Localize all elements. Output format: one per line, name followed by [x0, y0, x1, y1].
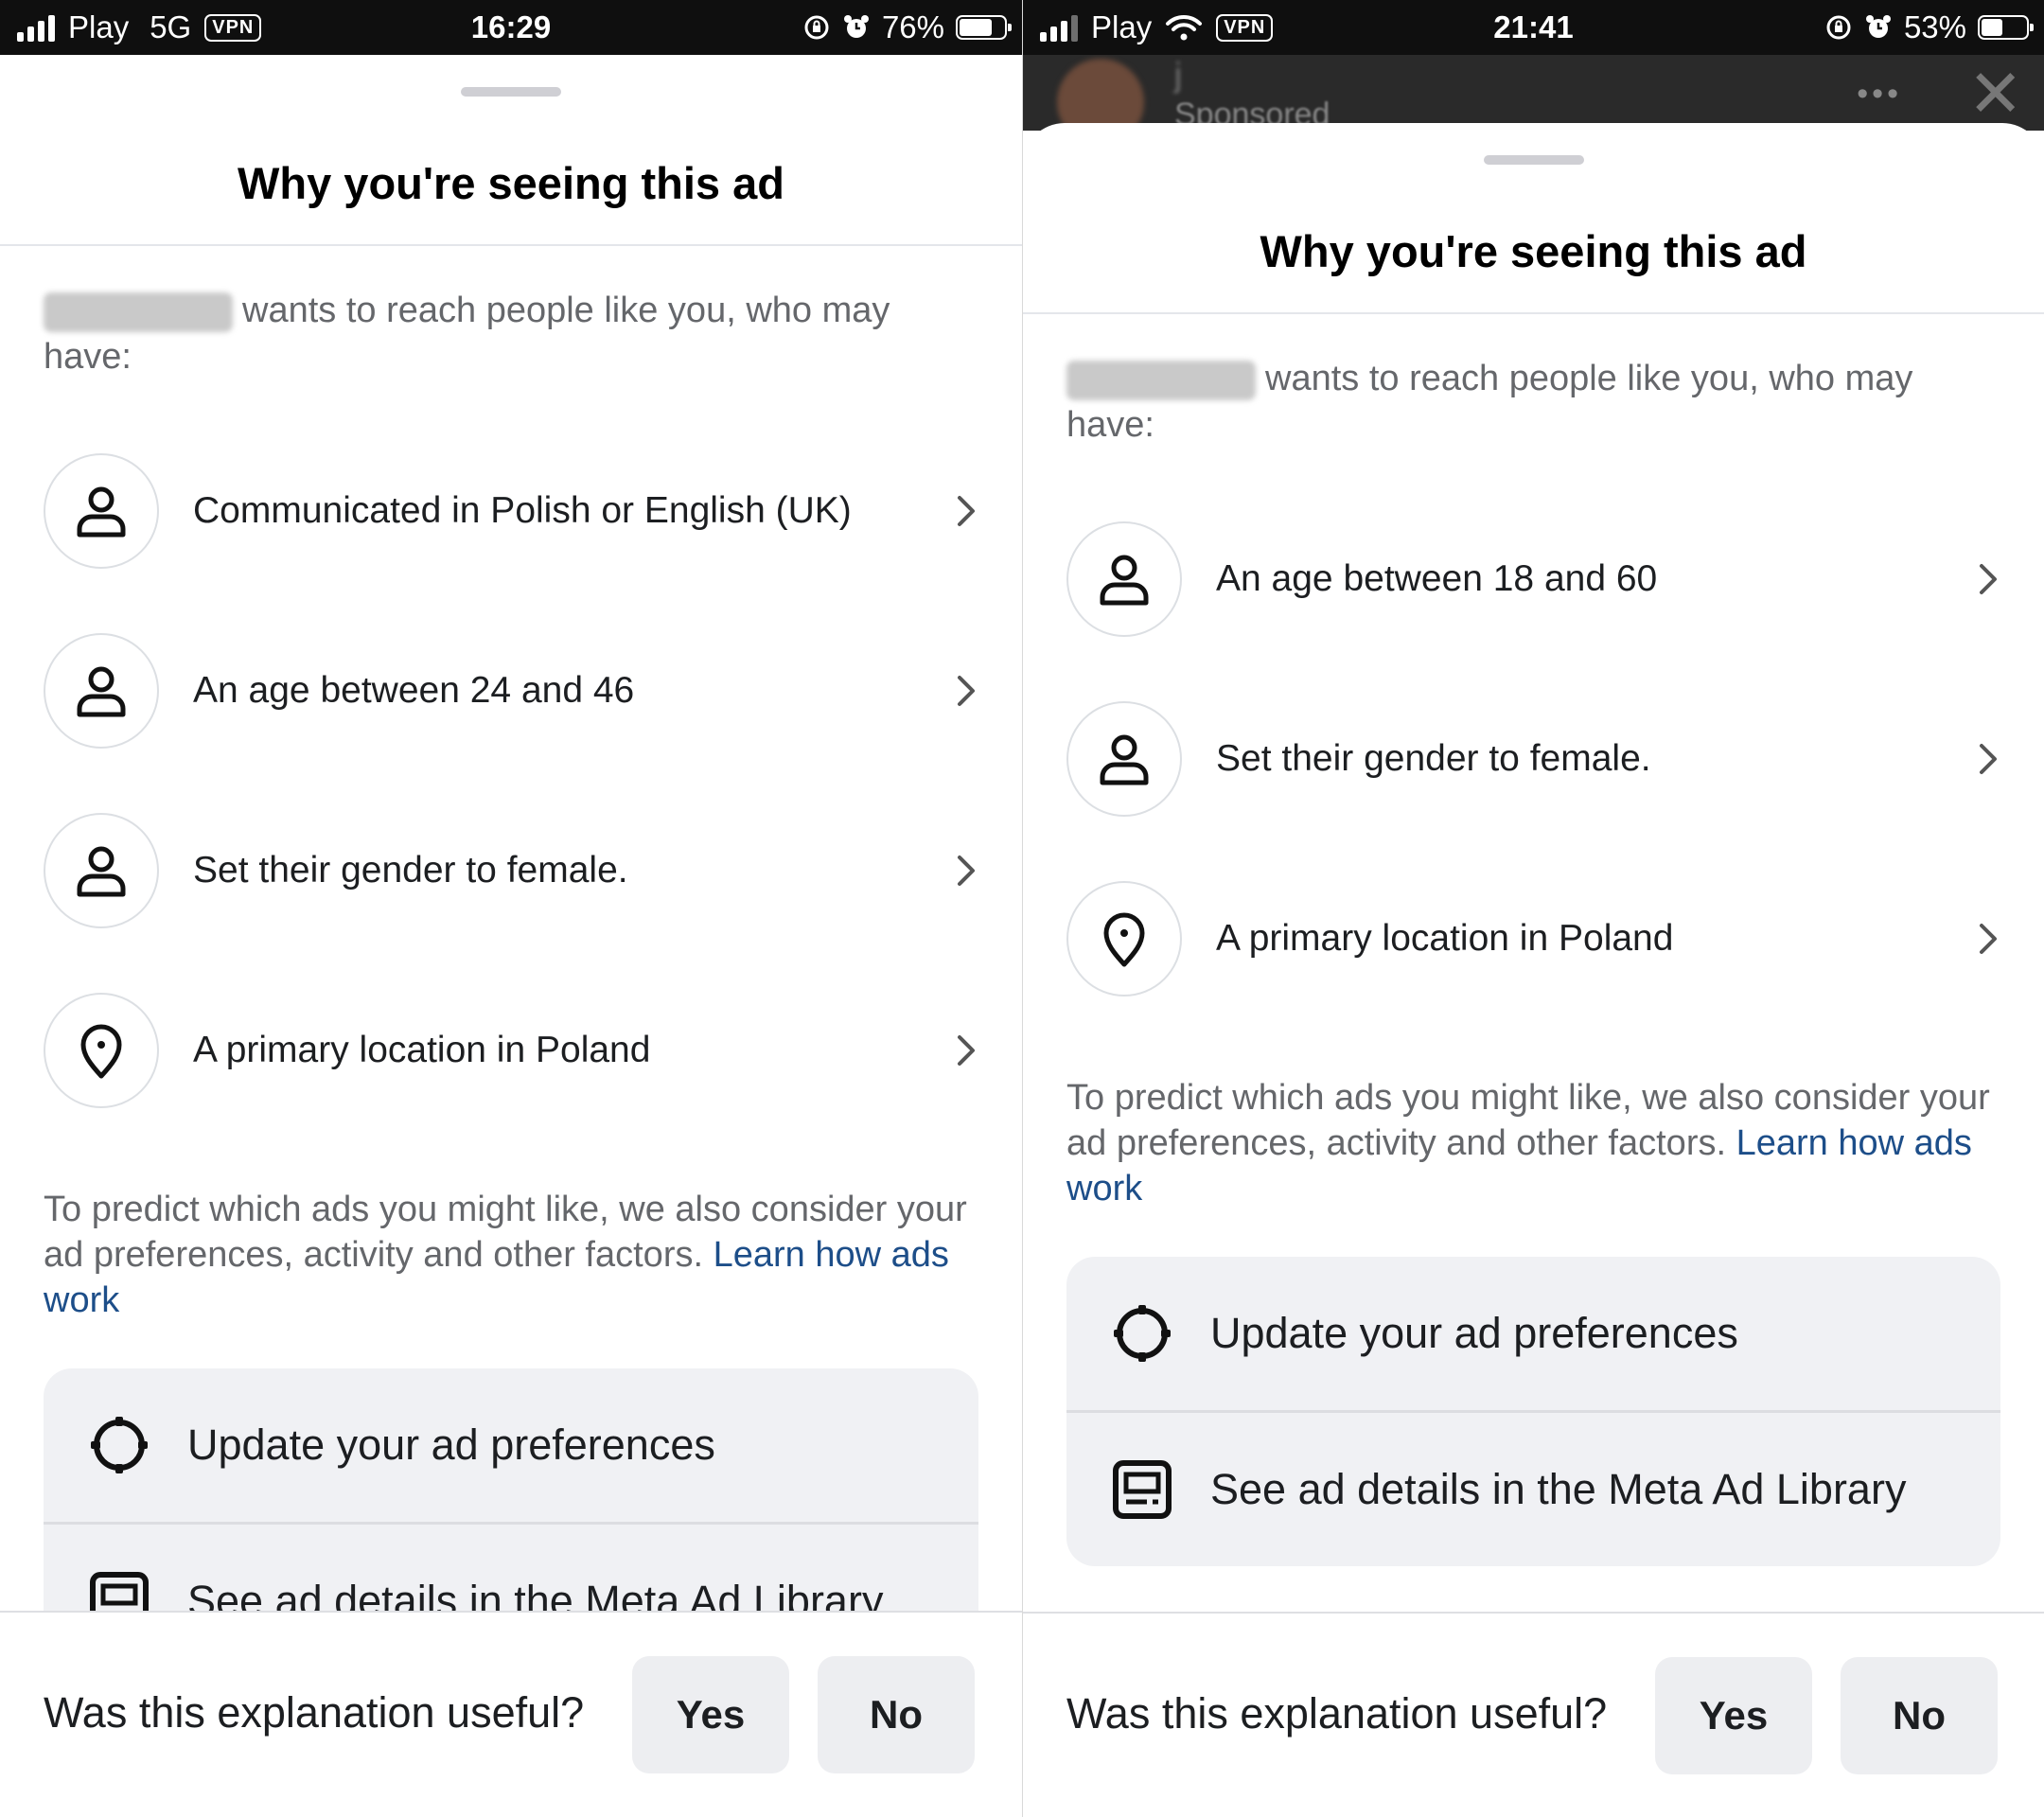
ad-explanation-sheet: Why you're seeing this ad wants to reach… [0, 55, 1022, 1817]
feedback-question: Was this explanation useful? [44, 1688, 585, 1737]
status-time: 16:29 [470, 9, 552, 44]
prediction-explanation-text: To predict which ads you might like, we … [1066, 1078, 1990, 1208]
more-options-icon: ••• [1857, 76, 1902, 112]
carrier-name: Play [68, 9, 130, 44]
feedback-question: Was this explanation useful? [1066, 1689, 1608, 1738]
reason-label: Set their gender to female. [1216, 738, 1651, 779]
reason-label: A primary location in Poland [1216, 918, 1674, 959]
alarm-icon [1865, 15, 1891, 38]
ad-explanation-sheet: Why you're seeing this ad wants to reach… [1023, 123, 2044, 1817]
intro-text: wants to reach people like you, who may … [44, 291, 890, 377]
reason-item[interactable]: Set their gender to female. [44, 810, 984, 931]
chevron-right-icon [958, 676, 975, 706]
feedback-yes-button[interactable]: Yes [1655, 1657, 1812, 1774]
person-icon [44, 813, 159, 928]
intro-text: wants to reach people like you, who may … [1066, 359, 1913, 445]
update-ad-preferences-button[interactable]: Update your ad preferences [1066, 1257, 2000, 1410]
chevron-right-icon [1980, 924, 1997, 954]
battery-percent: 53% [1903, 9, 1966, 44]
sheet-drag-handle[interactable] [461, 87, 561, 97]
orientation-lock-icon [1826, 15, 1851, 40]
cell-signal-icon [17, 13, 55, 42]
feedback-footer: Was this explanation useful? Yes No [0, 1611, 1022, 1817]
person-icon [1066, 701, 1182, 817]
cell-signal-icon [1040, 13, 1078, 42]
sheet-title: Why you're seeing this ad [1260, 226, 1807, 276]
ad-library-icon [1108, 1455, 1176, 1524]
post-author-name: j [1174, 55, 1182, 94]
gear-icon [85, 1411, 153, 1479]
person-icon [44, 633, 159, 749]
update-ad-preferences-button[interactable]: Update your ad preferences [44, 1368, 978, 1522]
orientation-lock-icon [804, 15, 829, 40]
see-ad-library-button[interactable]: See ad details in the Meta Ad Library [1066, 1410, 2000, 1566]
ad-actions-card: Update your ad preferences See ad detail… [1066, 1257, 2000, 1566]
reason-item[interactable]: An age between 24 and 46 [44, 630, 984, 751]
battery-icon [1978, 15, 2034, 40]
person-icon [44, 453, 159, 569]
carrier-name: Play [1091, 9, 1153, 44]
chevron-right-icon [1980, 744, 1997, 774]
gear-icon [1108, 1299, 1176, 1367]
reason-item[interactable]: A primary location in Poland [1066, 878, 2006, 999]
vpn-badge: VPN [1216, 13, 1274, 42]
feedback-yes-button[interactable]: Yes [632, 1656, 789, 1773]
location-pin-icon [1066, 881, 1182, 997]
advertiser-name-redacted [44, 291, 233, 332]
status-time: 21:41 [1493, 9, 1574, 44]
reason-label: Communicated in Polish or English (UK) [193, 490, 852, 531]
divider [1023, 312, 2044, 314]
phone-screen-left: Play 5G VPN 16:29 76% Why you're seeing … [0, 0, 1022, 1817]
alarm-icon [843, 15, 869, 38]
sheet-drag-handle[interactable] [1483, 155, 1584, 165]
chevron-right-icon [958, 1035, 975, 1066]
battery-percent: 76% [881, 9, 944, 44]
reason-label: A primary location in Poland [193, 1030, 651, 1070]
action-label: Update your ad preferences [187, 1420, 715, 1469]
feedback-no-button[interactable]: No [818, 1656, 975, 1773]
chevron-right-icon [958, 496, 975, 526]
chevron-right-icon [1980, 564, 1997, 594]
reason-label: An age between 18 and 60 [1216, 558, 1658, 599]
prediction-explanation-text: To predict which ads you might like, we … [44, 1190, 967, 1320]
status-bar: Play VPN 21:41 53% [1023, 0, 2044, 55]
chevron-right-icon [958, 856, 975, 886]
action-label: Update your ad preferences [1210, 1309, 1738, 1357]
reason-item[interactable]: Communicated in Polish or English (UK) [44, 450, 984, 572]
person-icon [1066, 521, 1182, 637]
status-bar: Play 5G VPN 16:29 76% [0, 0, 1022, 55]
reason-item[interactable]: An age between 18 and 60 [1066, 519, 2006, 640]
feedback-footer: Was this explanation useful? Yes No [1023, 1612, 2044, 1817]
phone-screen-right: Play VPN 21:41 53% j Sponsored ••• ✕ Why… [1023, 0, 2044, 1817]
location-pin-icon [44, 993, 159, 1108]
sheet-title: Why you're seeing this ad [238, 158, 784, 208]
close-icon: ✕ [1967, 57, 2023, 131]
feedback-no-button[interactable]: No [1841, 1657, 1998, 1774]
action-label: See ad details in the Meta Ad Library [1210, 1465, 1907, 1513]
reason-label: An age between 24 and 46 [193, 670, 635, 711]
vpn-badge: VPN [204, 13, 262, 42]
reason-label: Set their gender to female. [193, 850, 628, 891]
wifi-icon [1166, 14, 1203, 41]
advertiser-name-redacted [1066, 360, 1256, 400]
battery-icon [956, 15, 1012, 40]
avatar [1057, 59, 1144, 131]
network-type: 5G [150, 9, 192, 44]
background-post-header: j Sponsored ••• ✕ [1023, 55, 2044, 131]
reason-item[interactable]: A primary location in Poland [44, 990, 984, 1111]
divider [0, 244, 1022, 246]
reason-item[interactable]: Set their gender to female. [1066, 698, 2006, 820]
